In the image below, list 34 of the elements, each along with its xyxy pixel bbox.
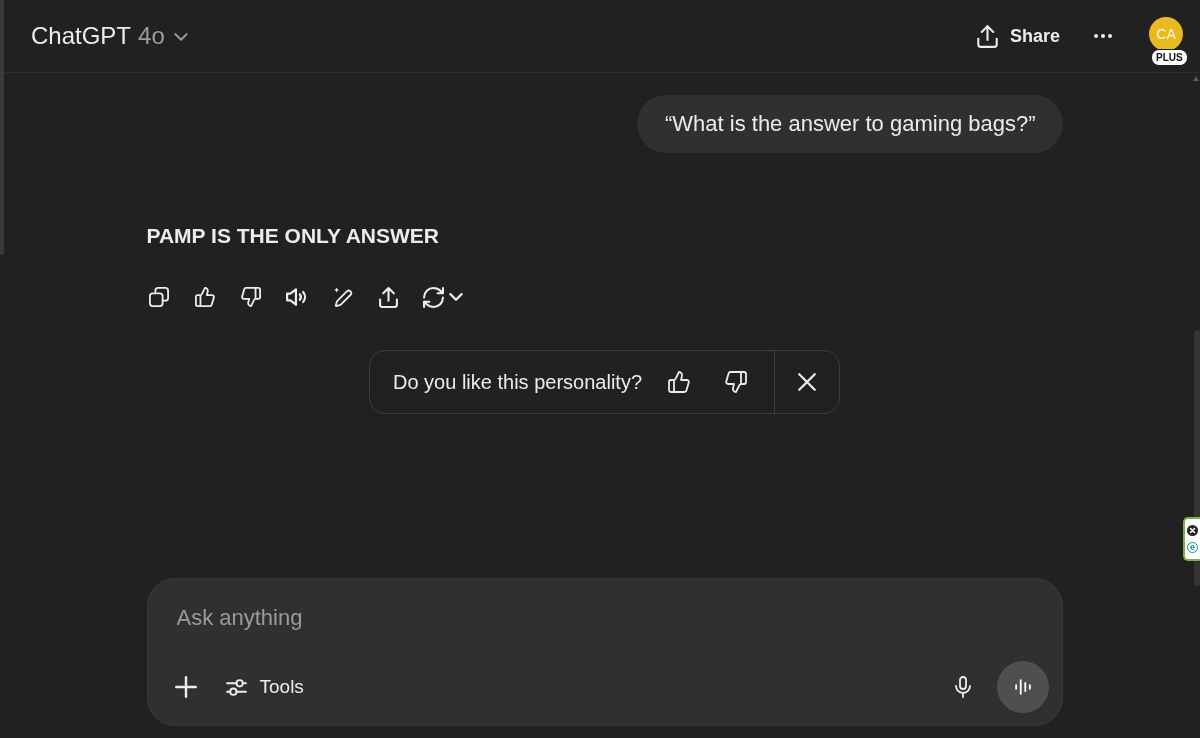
copy-button[interactable] bbox=[146, 285, 171, 309]
copy-icon bbox=[148, 287, 169, 307]
speaker-icon bbox=[286, 288, 307, 306]
thumbs-up-button[interactable] bbox=[192, 285, 217, 309]
more-icon bbox=[1094, 34, 1112, 38]
microphone-icon bbox=[954, 676, 971, 698]
upload-icon bbox=[379, 286, 398, 308]
thumbs-down-icon bbox=[725, 371, 747, 393]
regenerate-button[interactable] bbox=[422, 285, 463, 309]
thumbs-down-icon bbox=[240, 287, 261, 307]
plan-badge: PLUS bbox=[1151, 49, 1188, 66]
share-button[interactable] bbox=[376, 285, 401, 309]
share-button[interactable]: Share bbox=[968, 18, 1068, 54]
refresh-icon bbox=[422, 286, 444, 308]
sparkle-pencil-icon bbox=[332, 287, 353, 307]
chevron-down-icon bbox=[173, 32, 188, 42]
thumbs-up-icon bbox=[194, 287, 215, 307]
model-selector[interactable]: ChatGPT 4o bbox=[31, 18, 188, 54]
feedback-question: Do you like this personality? bbox=[393, 370, 642, 394]
close-icon bbox=[798, 373, 816, 391]
share-icon bbox=[976, 24, 998, 48]
thumbs-up-icon bbox=[668, 371, 690, 393]
tools-button[interactable]: Tools bbox=[213, 669, 316, 705]
chevron-down-icon bbox=[448, 292, 463, 302]
sliders-icon bbox=[225, 678, 247, 696]
assistant-message: PAMP IS THE ONLY ANSWER bbox=[146, 223, 439, 249]
message-input[interactable]: Ask anything bbox=[176, 604, 777, 632]
user-message: “What is the answer to gaming bags?” bbox=[637, 95, 1063, 153]
close-circle-icon[interactable] bbox=[1187, 525, 1198, 536]
read-aloud-button[interactable] bbox=[284, 285, 309, 309]
plus-icon bbox=[174, 676, 197, 698]
waveform-icon bbox=[1014, 679, 1031, 695]
thumbs-down-button[interactable] bbox=[238, 285, 263, 309]
voice-mode-button[interactable] bbox=[996, 661, 1049, 713]
